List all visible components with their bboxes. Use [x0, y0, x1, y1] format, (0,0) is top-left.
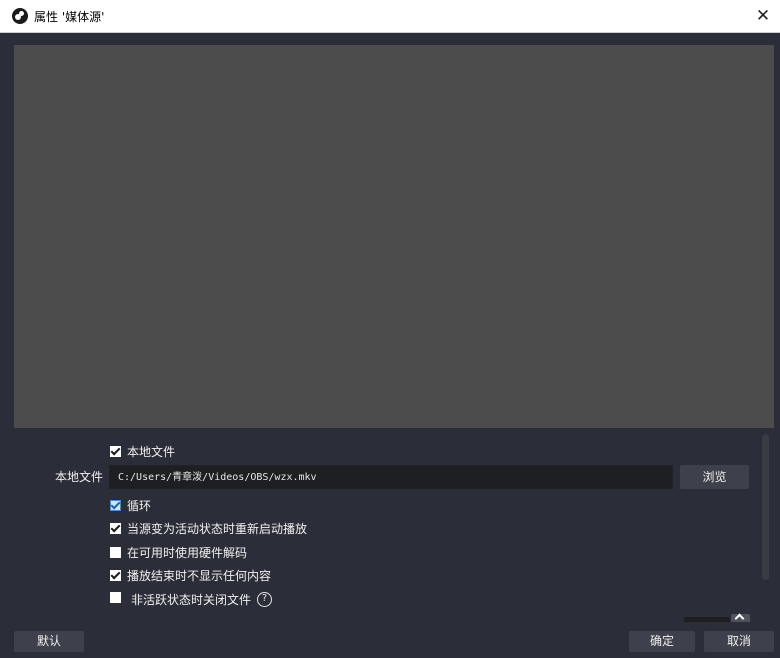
- close-button[interactable]: ✕: [752, 5, 774, 27]
- loop-checkbox-row[interactable]: 循环: [110, 497, 151, 514]
- local-file-label: 本地文件: [54, 470, 103, 484]
- local-file-path-input[interactable]: C:/Users/青章泼/Videos/OBS/wzx.mkv: [109, 465, 673, 489]
- hw-decode-label: 在可用时使用硬件解码: [127, 546, 248, 560]
- restart-on-activate-row[interactable]: 当源变为活动状态时重新启动播放: [110, 520, 307, 537]
- hide-when-ended-label: 播放结束时不显示任何内容: [127, 569, 272, 583]
- help-icon[interactable]: ?: [257, 592, 273, 607]
- hw-decode-checkbox[interactable]: [110, 547, 121, 558]
- defaults-button[interactable]: 默认: [14, 631, 84, 652]
- spin-up-arrow-icon[interactable]: [731, 614, 750, 622]
- hide-when-ended-checkbox[interactable]: [110, 570, 121, 581]
- loop-label: 循环: [127, 499, 152, 513]
- hw-decode-row[interactable]: 在可用时使用硬件解码: [110, 544, 247, 561]
- close-when-inactive-checkbox[interactable]: [110, 592, 121, 603]
- cancel-button[interactable]: 取消: [704, 631, 774, 652]
- local-file-checkbox-row[interactable]: 本地文件: [110, 443, 175, 460]
- title-bar: 属性 '媒体源' ✕: [0, 0, 780, 33]
- dialog-footer: 默认 确定 取消: [0, 622, 780, 658]
- scrollbar-thumb[interactable]: [762, 434, 769, 580]
- restart-on-activate-label: 当源变为活动状态时重新启动播放: [127, 522, 308, 536]
- source-preview: [14, 45, 774, 428]
- hide-when-ended-row[interactable]: 播放结束时不显示任何内容: [110, 567, 271, 584]
- properties-scrollbar[interactable]: [760, 434, 770, 580]
- loop-checkbox[interactable]: [110, 500, 121, 511]
- close-when-inactive-row[interactable]: 非活跃状态时关闭文件 ?: [110, 591, 273, 608]
- ok-button[interactable]: 确定: [629, 631, 695, 652]
- obs-logo-icon: [12, 8, 28, 24]
- window-title: 属性 '媒体源': [34, 9, 105, 24]
- browse-button[interactable]: 浏览: [680, 465, 749, 489]
- close-when-inactive-label: 非活跃状态时关闭文件: [131, 593, 252, 607]
- local-file-checkbox-label: 本地文件: [127, 445, 176, 459]
- local-file-checkbox[interactable]: [110, 446, 121, 457]
- restart-on-activate-checkbox[interactable]: [110, 523, 121, 534]
